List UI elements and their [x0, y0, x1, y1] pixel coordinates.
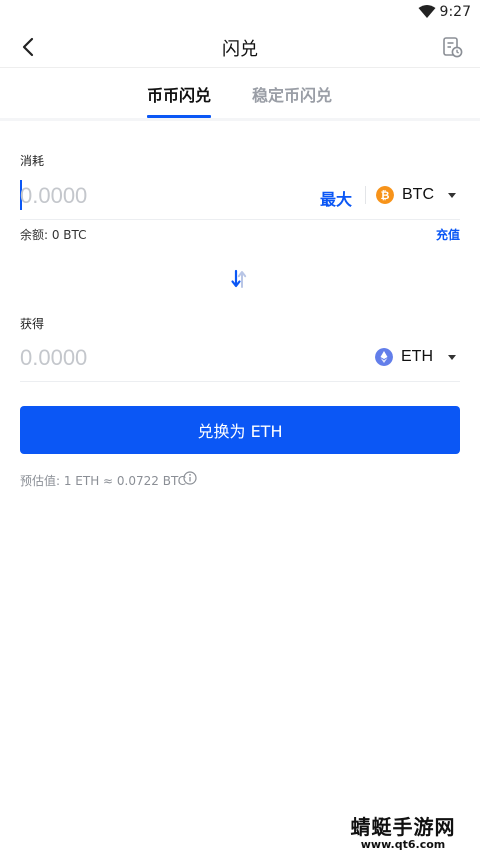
tab-coin-swap[interactable]: 币币闪兑: [147, 82, 211, 106]
nav-bar: 闪兑: [0, 26, 480, 68]
pay-label: 消耗: [20, 154, 45, 168]
pay-field-underline: [20, 219, 460, 220]
watermark-title: 蜻蜓手游网: [350, 815, 456, 839]
balance-text: 余额: 0 BTC: [20, 228, 87, 242]
status-bar: 9:27: [0, 0, 480, 26]
convert-button[interactable]: 兑换为 ETH: [20, 406, 460, 454]
tab-stablecoin-swap[interactable]: 稳定币闪兑: [252, 82, 332, 106]
field-separator: [365, 186, 366, 204]
receive-label: 获得: [20, 317, 45, 331]
chevron-down-icon: [448, 355, 456, 360]
status-time: 9:27: [439, 4, 471, 20]
section-separator: [0, 118, 480, 121]
chevron-down-icon: [448, 193, 456, 198]
btc-coin-icon: ₿: [376, 186, 394, 204]
receive-field-underline: [20, 381, 460, 382]
pay-amount-input[interactable]: 0.0000: [20, 183, 87, 209]
swap-direction-icon[interactable]: [229, 268, 249, 290]
max-button[interactable]: 最大: [320, 186, 352, 210]
order-history-icon[interactable]: [440, 35, 464, 59]
estimate-text: 预估值: 1 ETH ≈ 0.0722 BTC: [20, 474, 186, 488]
receive-coin-label: ETH: [401, 348, 433, 365]
watermark: 蜻蜓手游网 www.qt6.com: [336, 816, 470, 852]
wifi-icon: [418, 5, 436, 18]
tab-bar: 币币闪兑 稳定币闪兑: [0, 68, 480, 118]
svg-text:₿: ₿: [381, 189, 390, 202]
recharge-link[interactable]: 充值: [436, 226, 460, 243]
page-title: 闪兑: [222, 39, 258, 60]
info-icon[interactable]: [183, 471, 197, 485]
receive-amount-input[interactable]: 0.0000: [20, 345, 87, 371]
watermark-url: www.qt6.com: [360, 838, 446, 851]
pay-coin-label: BTC: [402, 186, 434, 203]
eth-coin-icon: [375, 348, 393, 366]
